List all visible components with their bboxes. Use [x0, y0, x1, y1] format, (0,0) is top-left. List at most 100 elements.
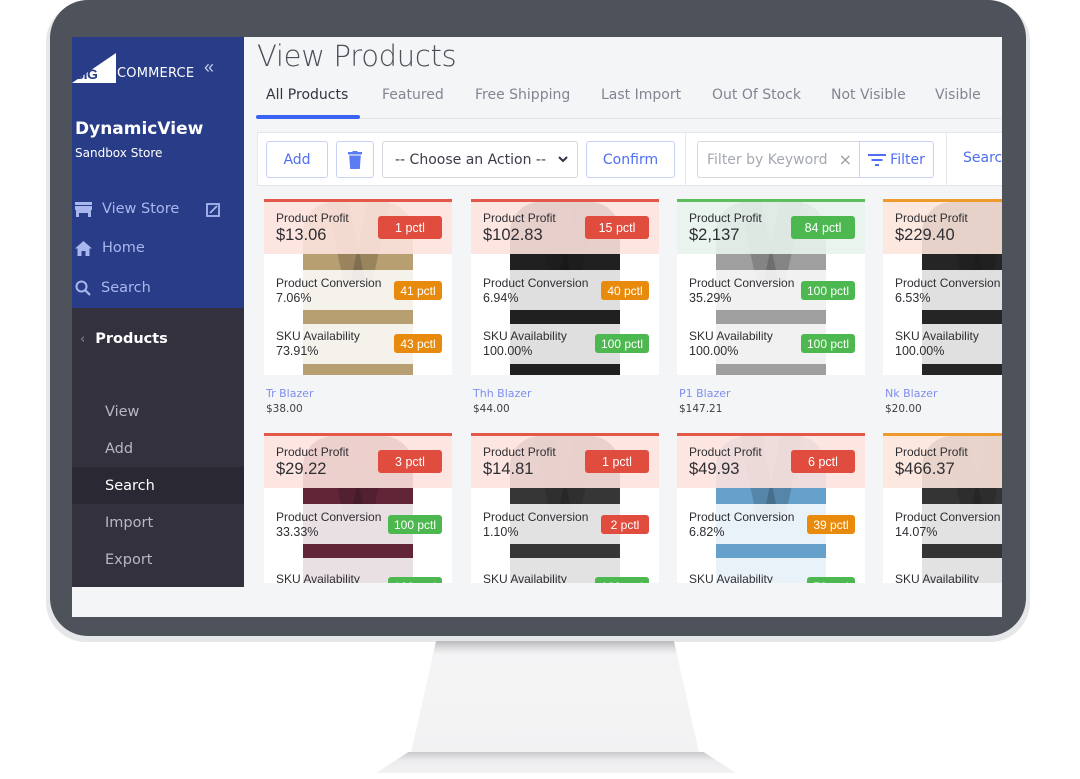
- profit-value: $14.81: [483, 460, 534, 478]
- conversion-value: 33.33%: [276, 525, 319, 539]
- search-icon: [75, 280, 91, 296]
- product-card[interactable]: Product Profit $102.83 15 pctl Product Conv…: [471, 199, 659, 415]
- subnav-import[interactable]: Import: [72, 504, 244, 541]
- product-card-body[interactable]: Product Profit $14.81 1 pctl Product Conver…: [471, 433, 659, 583]
- filter-label: Filter: [890, 151, 925, 168]
- product-price: $147.21: [679, 403, 723, 415]
- sku-label: SKU Availability: [276, 329, 360, 343]
- product-name-link[interactable]: Tr Blazer: [266, 387, 314, 400]
- product-card-body[interactable]: Product Profit $29.22 3 pctl Product Conver…: [264, 433, 452, 583]
- products-section-label: Products: [95, 331, 168, 347]
- conversion-percentile-badge: 40 pctl: [601, 281, 649, 300]
- store-name: DynamicView: [75, 119, 204, 139]
- product-price: $20.00: [885, 403, 922, 415]
- add-button[interactable]: Add: [266, 141, 328, 178]
- product-name-link[interactable]: P1 Blazer: [679, 387, 731, 400]
- conversion-label: Product Conversion: [276, 276, 382, 290]
- tab-free-shipping[interactable]: Free Shipping: [475, 87, 570, 103]
- sku-percentile-badge: 100 pctl: [594, 577, 649, 583]
- clear-icon[interactable]: ×: [839, 150, 852, 169]
- product-card[interactable]: Product Profit $49.93 6 pctl Product Conver…: [677, 433, 865, 583]
- nav-search-label: Search: [101, 280, 151, 296]
- filter-icon: [868, 154, 887, 166]
- product-card-body[interactable]: Product Profit $2,137 84 pctl Product Conve…: [677, 199, 865, 375]
- conversion-percentile-badge: 41 pctl: [394, 281, 442, 300]
- products-section-header[interactable]: ‹ Products: [80, 331, 168, 347]
- product-card-body[interactable]: Product Profit $13.06 1 pctl Product Conver…: [264, 199, 452, 375]
- tab-all-products[interactable]: All Products: [266, 87, 348, 103]
- action-select[interactable]: -- Choose an Action --: [382, 141, 578, 178]
- subnav-export[interactable]: Export: [72, 541, 244, 578]
- profit-percentile-badge: 84 pctl: [791, 216, 855, 239]
- conversion-label: Product Conversion: [483, 510, 589, 524]
- home-icon: [75, 240, 92, 256]
- sku-value: 73.91%: [276, 344, 319, 358]
- collapse-sidebar-icon[interactable]: «: [204, 57, 214, 78]
- conversion-value: 14.07%: [895, 525, 938, 539]
- conversion-value: 6.53%: [895, 291, 931, 305]
- product-card[interactable]: Product Profit $29.22 3 pctl Product Conver…: [264, 433, 452, 583]
- search-link[interactable]: Search: [963, 150, 1002, 166]
- tab-visible[interactable]: Visible: [935, 87, 981, 103]
- conversion-label: Product Conversion: [689, 510, 795, 524]
- product-name-link[interactable]: Thh Blazer: [473, 387, 532, 400]
- sidebar-header: BIG COMMERCE « DynamicView Sandbox Store…: [72, 37, 244, 308]
- product-name-link[interactable]: Nk Blazer: [885, 387, 938, 400]
- toolbar: Add -- Choose an Action -- Confirm Filte…: [257, 132, 1002, 186]
- sku-label: SKU Availability: [689, 329, 773, 343]
- profit-label: Product Profit: [895, 445, 968, 459]
- filter-button[interactable]: Filter: [859, 141, 934, 178]
- profit-label: Product Profit: [483, 211, 556, 225]
- product-card[interactable]: Product Profit $14.81 1 pctl Product Conver…: [471, 433, 659, 583]
- profit-label: Product Profit: [689, 445, 762, 459]
- product-card-body[interactable]: Product Profit $102.83 15 pctl Product Conv…: [471, 199, 659, 375]
- sku-label: SKU Availability: [483, 572, 567, 583]
- profit-value: $229.40: [895, 226, 955, 244]
- product-card[interactable]: Product Profit $229.40 Product Conversion 6…: [883, 199, 1002, 415]
- tab-last-import[interactable]: Last Import: [601, 87, 681, 103]
- profit-value: $466.37: [895, 460, 955, 478]
- product-card-body[interactable]: Product Profit $229.40 Product Conversion 6…: [883, 199, 1002, 375]
- sku-percentile-badge: 100 pctl: [800, 334, 855, 353]
- subnav-view[interactable]: View: [72, 393, 244, 430]
- keyword-filter-input[interactable]: Filter by Keyword ×: [697, 141, 860, 178]
- monitor-stand-neck: [410, 641, 700, 757]
- product-card-body[interactable]: Product Profit $49.93 6 pctl Product Conver…: [677, 433, 865, 583]
- external-link-icon[interactable]: [206, 203, 220, 217]
- product-card[interactable]: Product Profit $2,137 84 pctl Product Conve…: [677, 199, 865, 415]
- profit-percentile-badge: 1 pctl: [585, 450, 649, 473]
- tab-featured[interactable]: Featured: [382, 87, 444, 103]
- subnav-add[interactable]: Add: [72, 430, 244, 467]
- product-card[interactable]: Product Profit $466.37 Product Conversion 1…: [883, 433, 1002, 583]
- conversion-percentile-badge: 100 pctl: [387, 515, 442, 534]
- nav-home[interactable]: Home: [75, 236, 145, 260]
- chevron-down-icon: [558, 156, 568, 163]
- tab-out-of-stock[interactable]: Out Of Stock: [712, 87, 801, 103]
- sku-label: SKU Availability: [895, 572, 979, 583]
- profit-percentile-badge: 1 pctl: [378, 216, 442, 239]
- conversion-value: 35.29%: [689, 291, 732, 305]
- bigcommerce-logo[interactable]: BIG COMMERCE: [72, 53, 194, 83]
- profit-value: $13.06: [276, 226, 327, 244]
- subnav-search[interactable]: Search: [72, 467, 244, 504]
- product-price: $44.00: [473, 403, 510, 415]
- profit-label: Product Profit: [483, 445, 556, 459]
- main-content: View Products All Products Featured Free…: [244, 37, 1002, 617]
- nav-view-store[interactable]: View Store: [75, 197, 179, 221]
- profit-value: $102.83: [483, 226, 543, 244]
- confirm-button[interactable]: Confirm: [586, 141, 675, 178]
- sidebar: BIG COMMERCE « DynamicView Sandbox Store…: [72, 37, 244, 587]
- conversion-percentile-badge: 39 pctl: [807, 515, 855, 534]
- profit-label: Product Profit: [689, 211, 762, 225]
- sku-percentile-badge: 100 pctl: [387, 577, 442, 583]
- nav-search[interactable]: Search: [75, 276, 151, 300]
- profit-percentile-badge: 3 pctl: [378, 450, 442, 473]
- product-card-body[interactable]: Product Profit $466.37 Product Conversion 1…: [883, 433, 1002, 583]
- conversion-label: Product Conversion: [483, 276, 589, 290]
- product-card[interactable]: Product Profit $13.06 1 pctl Product Conver…: [264, 199, 452, 415]
- delete-button[interactable]: [336, 141, 374, 178]
- storefront-icon: [75, 201, 92, 217]
- sku-label: SKU Availability: [689, 572, 773, 583]
- tab-not-visible[interactable]: Not Visible: [831, 87, 906, 103]
- conversion-value: 6.82%: [689, 525, 725, 539]
